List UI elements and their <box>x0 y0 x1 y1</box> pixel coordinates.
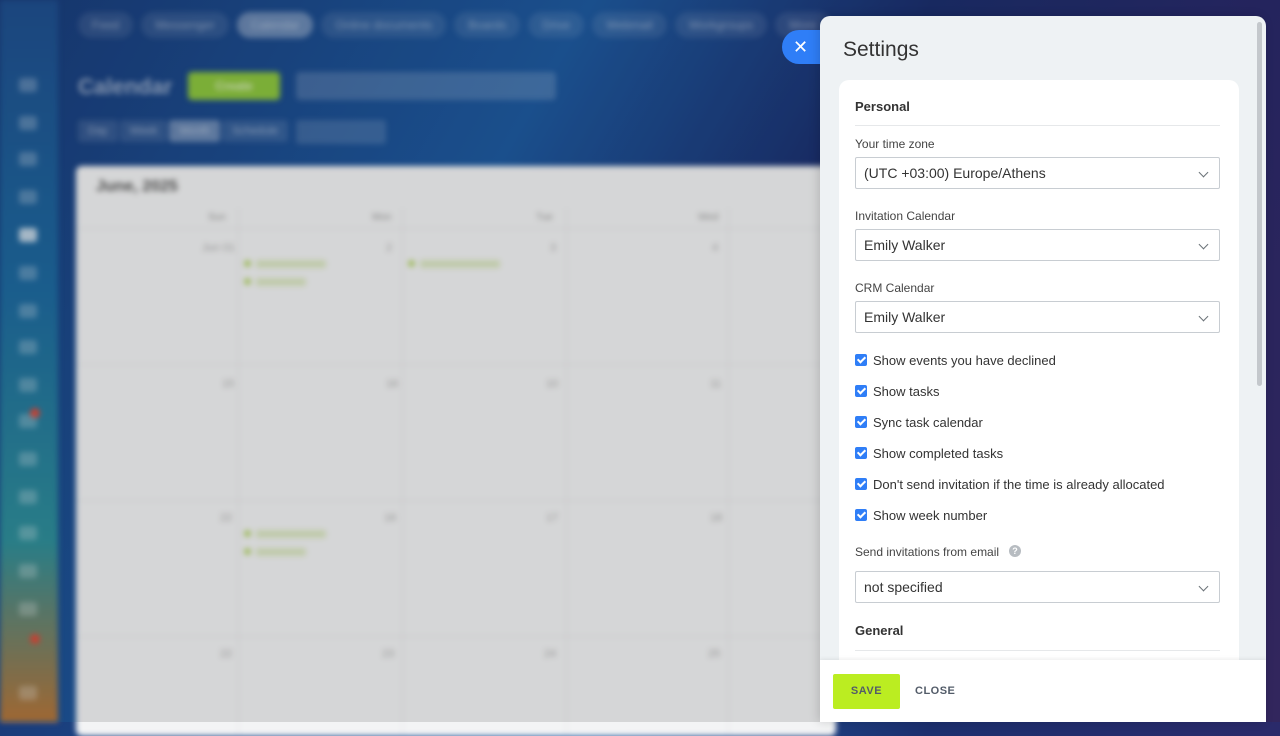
settings-card: Personal Your time zone (UTC +03:00) Eur… <box>839 80 1239 680</box>
send-from-email-value: not specified <box>864 579 943 595</box>
section-divider <box>855 125 1220 126</box>
send-from-email-select[interactable]: not specified <box>855 571 1220 603</box>
checkbox-dont-send-invitation[interactable]: Don't send invitation if the time is alr… <box>855 476 1165 492</box>
checkbox-show-completed-tasks[interactable]: Show completed tasks <box>855 445 1003 461</box>
section-title-general: General <box>855 623 904 638</box>
checkbox-label: Don't send invitation if the time is alr… <box>873 476 1165 492</box>
timezone-label: Your time zone <box>855 137 935 151</box>
checkbox-show-tasks[interactable]: Show tasks <box>855 383 939 399</box>
checkbox-checked-icon[interactable] <box>855 509 867 521</box>
send-from-email-label: Send invitations from email <box>855 545 1000 559</box>
checkbox-checked-icon[interactable] <box>855 354 867 366</box>
crm-calendar-select[interactable]: Emily Walker <box>855 301 1220 333</box>
close-icon: ✕ <box>793 37 809 57</box>
crm-calendar-label: CRM Calendar <box>855 281 935 295</box>
timezone-value: (UTC +03:00) Europe/Athens <box>864 165 1046 181</box>
chevron-down-icon <box>1198 239 1209 250</box>
chevron-down-icon <box>1198 167 1209 178</box>
checkbox-checked-icon[interactable] <box>855 385 867 397</box>
panel-title: Settings <box>843 38 919 61</box>
checkbox-label: Show completed tasks <box>873 445 1004 461</box>
checkbox-label: Sync task calendar <box>873 414 983 430</box>
section-title-personal: Personal <box>855 99 910 114</box>
checkbox-checked-icon[interactable] <box>855 416 867 428</box>
checkbox-show-declined[interactable]: Show events you have declined <box>855 352 1056 368</box>
checkbox-checked-icon[interactable] <box>855 447 867 459</box>
checkbox-show-week-number[interactable]: Show week number <box>855 507 987 523</box>
checkbox-label: Show events you have declined <box>873 352 1056 368</box>
save-button[interactable]: SAVE <box>833 674 900 709</box>
close-button[interactable]: CLOSE <box>915 674 955 709</box>
scrollbar[interactable] <box>1257 22 1262 386</box>
invitation-calendar-value: Emily Walker <box>864 237 946 253</box>
chevron-down-icon <box>1198 311 1209 322</box>
checkbox-label: Show tasks <box>873 383 940 399</box>
section-divider <box>855 650 1220 651</box>
timezone-select[interactable]: (UTC +03:00) Europe/Athens <box>855 157 1220 189</box>
panel-footer: SAVE CLOSE <box>820 660 1266 722</box>
help-icon[interactable]: ? <box>1009 545 1021 557</box>
checkbox-label: Show week number <box>873 507 988 523</box>
settings-panel: Settings Personal Your time zone (UTC +0… <box>820 16 1266 722</box>
checkbox-sync-task-calendar[interactable]: Sync task calendar <box>855 414 983 430</box>
crm-calendar-value: Emily Walker <box>864 309 946 325</box>
invitation-calendar-label: Invitation Calendar <box>855 209 956 223</box>
chevron-down-icon <box>1198 581 1209 592</box>
checkbox-checked-icon[interactable] <box>855 478 867 490</box>
invitation-calendar-select[interactable]: Emily Walker <box>855 229 1220 261</box>
